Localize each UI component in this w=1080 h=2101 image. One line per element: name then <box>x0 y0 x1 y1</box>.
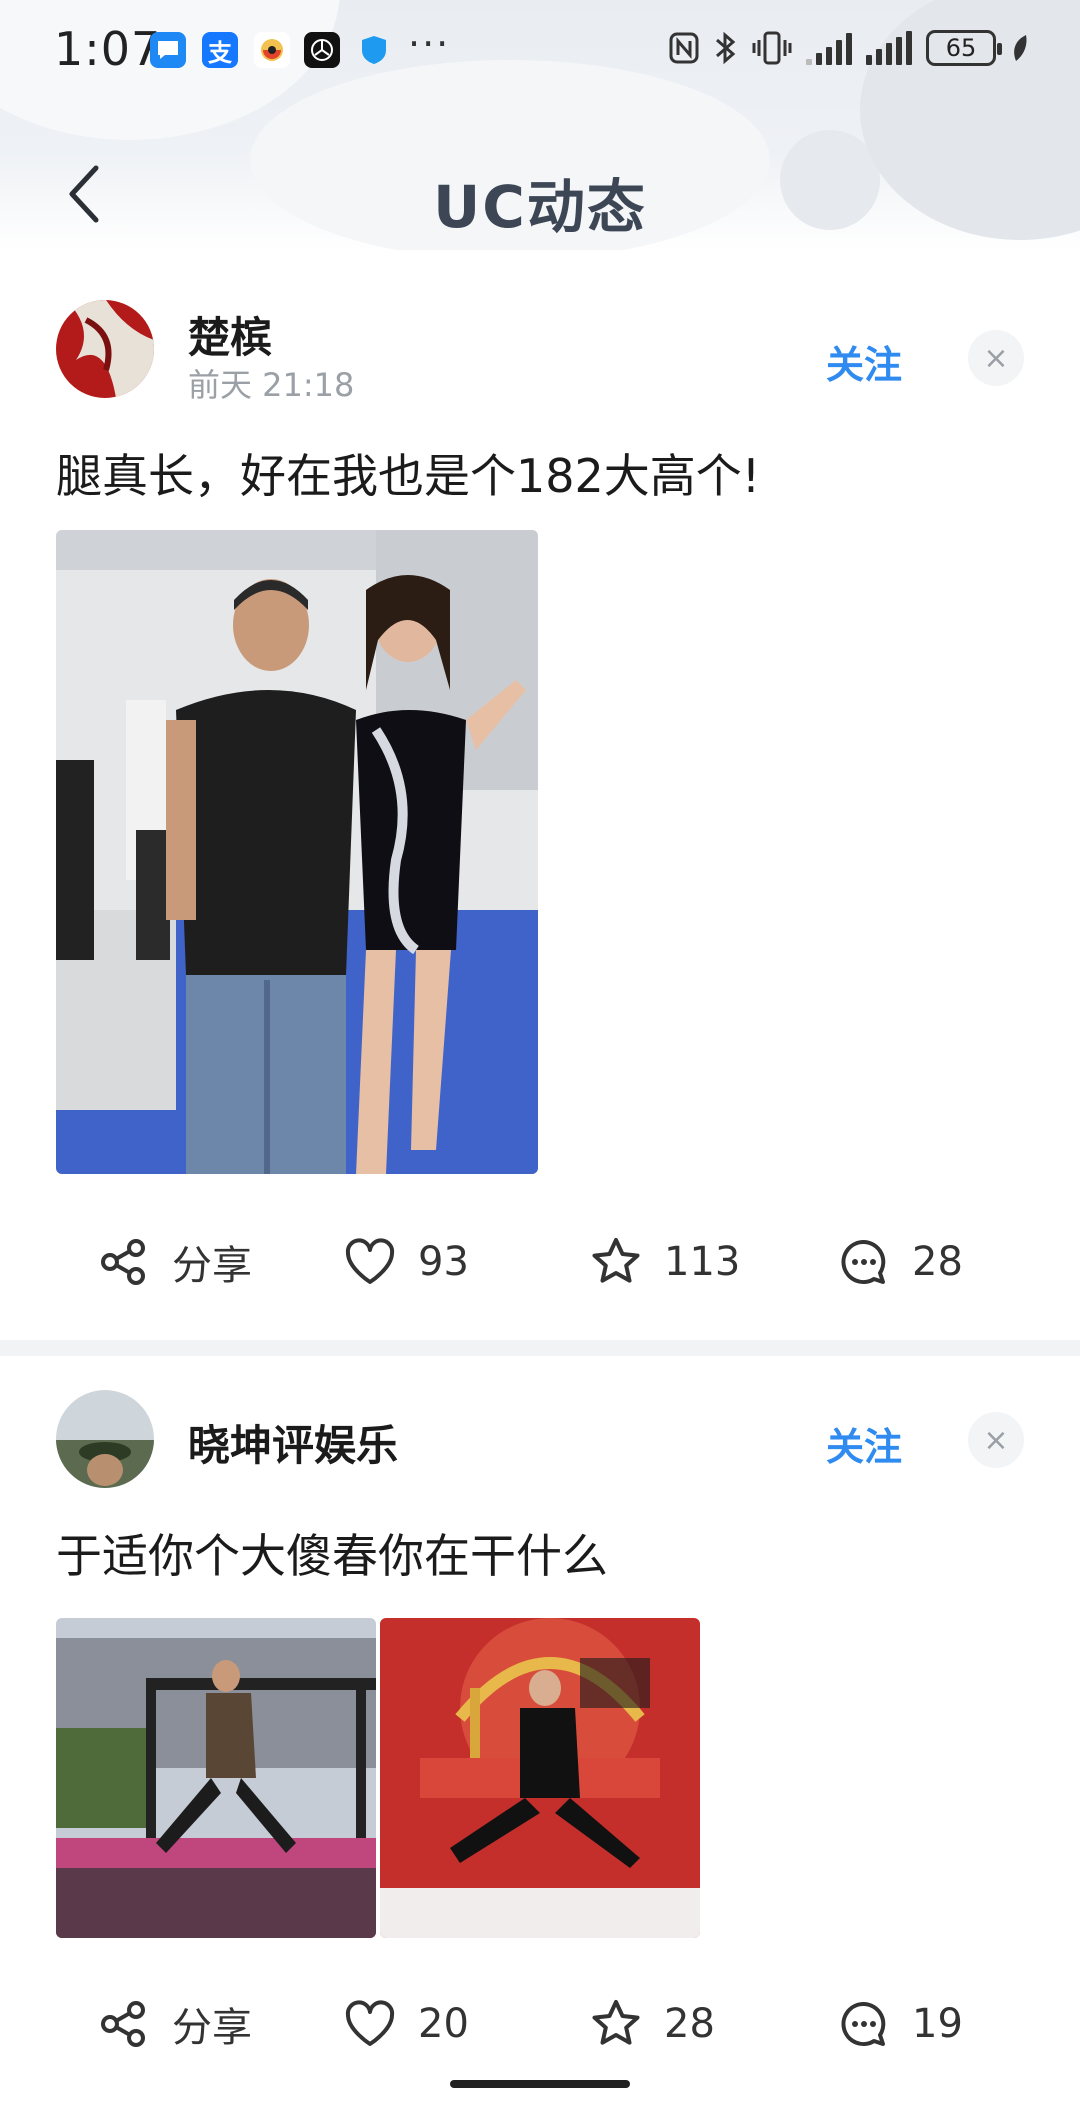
status-time: 1:07 <box>54 22 162 76</box>
home-indicator[interactable] <box>450 2080 630 2088</box>
post-actions: 分享 93 113 28 <box>0 1222 1080 1302</box>
post-divider <box>0 1340 1080 1356</box>
like-button[interactable]: 20 <box>342 1984 469 2064</box>
comment-count: 28 <box>912 1239 963 1285</box>
close-button[interactable]: × <box>968 330 1024 386</box>
comment-button[interactable]: 28 <box>836 1222 963 1302</box>
nfc-icon <box>669 32 699 64</box>
post-actions <box>0 900 1080 980</box>
follow-button[interactable]: 关注 <box>826 334 902 389</box>
comment-icon <box>841 1239 886 1284</box>
bluetooth-icon <box>716 31 736 65</box>
system-icons: 65 <box>668 30 1030 66</box>
avatar[interactable] <box>56 300 154 398</box>
comment-icon <box>841 2001 886 2046</box>
alipay-icon: 支 <box>202 32 238 68</box>
like-count: 93 <box>418 1239 469 1285</box>
app-notification-icon <box>254 32 290 68</box>
post-photo[interactable] <box>56 1618 376 1938</box>
like-count: 20 <box>418 2001 469 2047</box>
close-button[interactable]: × <box>968 1412 1024 1468</box>
status-bar: 1:07 支 ··· 65 <box>0 0 1080 100</box>
message-app-icon <box>150 32 186 68</box>
heart-icon <box>345 2000 395 2046</box>
app-notification-icon <box>304 32 340 68</box>
navigation-bar: UC动态 <box>0 140 1080 250</box>
page-title: UC动态 <box>433 173 647 241</box>
favorite-button[interactable]: 113 <box>588 1222 740 1302</box>
star-icon <box>592 1238 640 1283</box>
signal-icon <box>806 31 852 65</box>
post-photo[interactable] <box>56 530 538 1174</box>
more-notifications-icon: ··· <box>408 22 451 66</box>
share-button[interactable]: 分享 <box>96 1222 252 1302</box>
comment-button[interactable]: 19 <box>836 1984 963 2064</box>
share-icon <box>101 1239 145 1285</box>
follow-button[interactable]: 关注 <box>826 1416 902 1471</box>
share-button[interactable]: 分享 <box>96 1984 252 2064</box>
author-name[interactable]: 楚槟 <box>188 304 272 365</box>
post-text: 于适你个大傻春你在干什么 <box>56 1529 608 1583</box>
star-icon <box>592 2000 640 2045</box>
post-text: 腿真长，好在我也是个182大高个! <box>56 449 761 503</box>
share-label: 分享 <box>172 2005 252 2051</box>
feed-post: 晓坤评娱乐 关注 × 于适你个大傻春你在干什么 <box>0 1356 1080 2076</box>
share-label: 分享 <box>172 1243 252 1289</box>
post-actions: 分享 20 28 19 <box>0 1984 1080 2064</box>
comment-count: 19 <box>912 2001 963 2047</box>
battery-icon: 65 <box>926 30 1002 66</box>
favorite-button[interactable]: 28 <box>588 1984 715 2064</box>
vibrate-icon <box>752 31 792 65</box>
author-name[interactable]: 晓坤评娱乐 <box>188 1412 398 1473</box>
feed-post: 楚槟 前天 21:18 关注 × 腿真长，好在我也是个182大高个! <box>0 280 1080 1340</box>
shield-icon <box>356 32 392 68</box>
like-button[interactable]: 93 <box>342 1222 469 1302</box>
heart-icon <box>345 1238 395 1284</box>
share-icon <box>101 2001 145 2047</box>
favorite-count: 28 <box>664 2001 715 2047</box>
post-photo[interactable] <box>380 1618 700 1938</box>
leaf-icon <box>1014 35 1027 61</box>
post-time: 前天 21:18 <box>188 366 355 404</box>
favorite-count: 113 <box>664 1239 741 1285</box>
signal-icon <box>866 31 912 65</box>
avatar[interactable] <box>56 1390 154 1488</box>
